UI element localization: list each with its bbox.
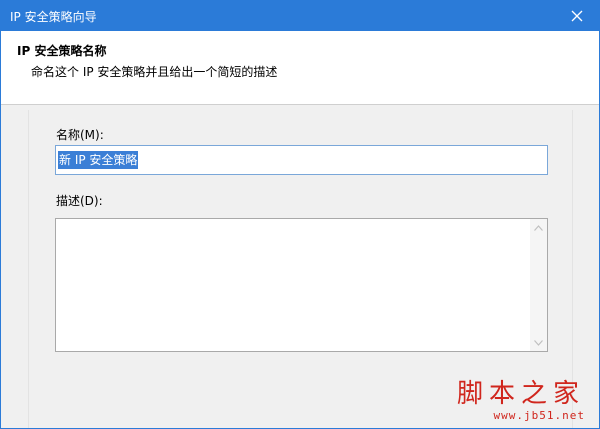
watermark-text: 脚本之家	[456, 379, 585, 409]
name-label: 名称(M):	[56, 128, 104, 142]
window-title: IP 安全策略向导	[10, 10, 97, 24]
dialog-window: IP 安全策略向导 IP 安全策略名称 命名这个 IP 安全策略并且给出一个简短…	[0, 0, 600, 429]
chevron-down-icon	[534, 339, 543, 346]
header-description: 命名这个 IP 安全策略并且给出一个简短的描述	[31, 65, 278, 79]
watermark: 脚本之家 www.jb51.net	[457, 379, 585, 422]
description-textarea[interactable]	[55, 218, 548, 352]
watermark-url: www.jb51.net	[493, 409, 585, 422]
name-input-selected-text: 新 IP 安全策略	[58, 151, 139, 169]
chevron-up-icon	[534, 224, 543, 231]
scroll-down-button[interactable]	[530, 334, 547, 351]
name-input[interactable]: 新 IP 安全策略	[55, 145, 548, 175]
title-bar[interactable]: IP 安全策略向导	[1, 1, 599, 31]
description-label: 描述(D):	[56, 194, 103, 208]
description-scrollbar[interactable]	[530, 219, 547, 351]
wizard-header: IP 安全策略名称 命名这个 IP 安全策略并且给出一个简短的描述	[1, 31, 599, 105]
scroll-up-button[interactable]	[530, 219, 547, 236]
close-icon	[571, 10, 583, 22]
close-button[interactable]	[555, 1, 599, 31]
header-title: IP 安全策略名称	[17, 44, 107, 58]
